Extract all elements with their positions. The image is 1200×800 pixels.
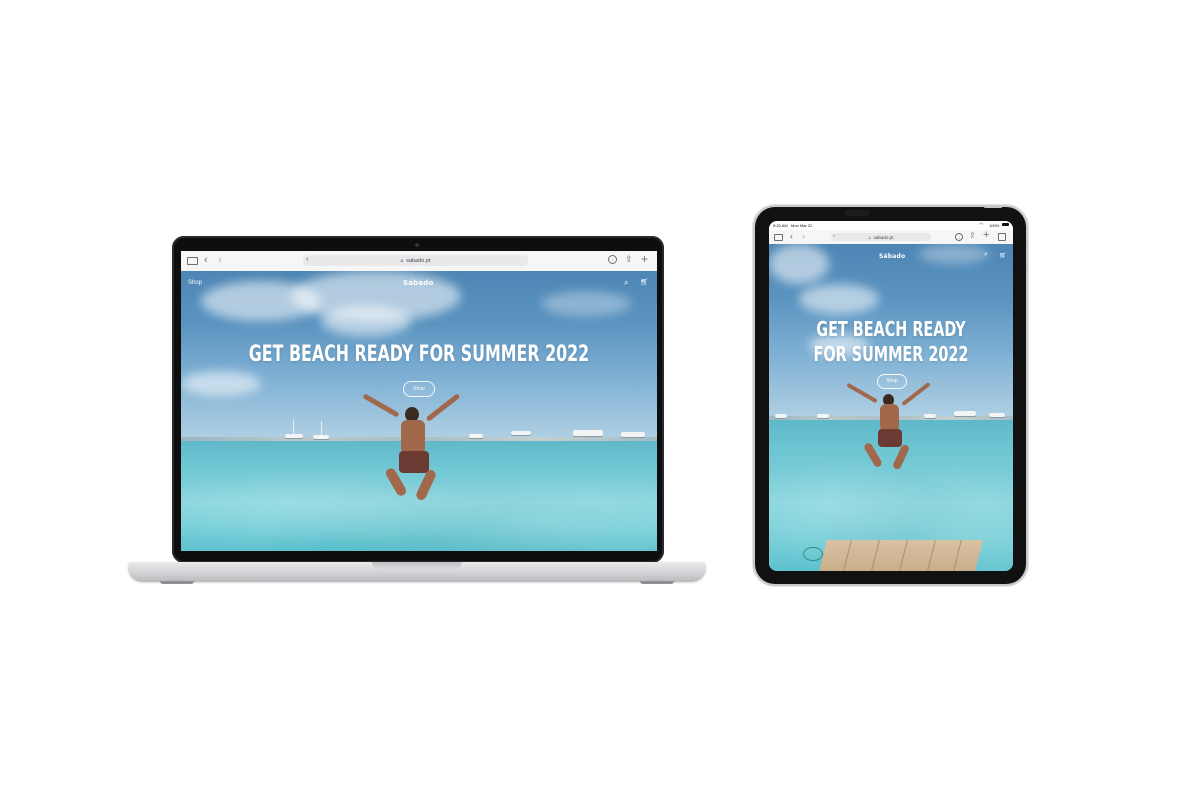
browser-toolbar: ‹ › ◐ 🔒︎ sabado.pt ↓ ⇪ + [769, 229, 1013, 245]
rope [803, 547, 823, 561]
download-icon[interactable]: ↓ [608, 255, 617, 264]
hero-shop-button[interactable]: Shop [877, 374, 907, 389]
jumper-figure [361, 393, 471, 515]
power-button [984, 206, 1002, 208]
site-logo[interactable]: Sábado [403, 279, 434, 287]
hero-title-line1: GET BEACH READY [816, 317, 966, 341]
wifi-icon: ◠ [979, 222, 984, 228]
status-time: 9:20 AM [773, 223, 788, 228]
jumper-figure [843, 381, 943, 494]
sidebar-icon[interactable] [774, 234, 783, 241]
search-icon[interactable]: ⌕ [624, 278, 628, 288]
volume-button [1026, 258, 1028, 274]
share-icon[interactable]: ⇪ [625, 254, 633, 265]
status-battery: 100% [989, 223, 1000, 228]
url-text: sabado.pt [873, 234, 894, 240]
wooden-pier [819, 540, 983, 571]
address-bar[interactable]: ◐ 🔒︎ sabado.pt [831, 233, 931, 241]
hero-shop-button[interactable]: Shop [403, 381, 435, 397]
new-tab-icon[interactable]: + [983, 229, 989, 241]
battery-icon [1002, 223, 1009, 226]
nav-shop-link[interactable]: Shop [188, 280, 202, 286]
hero-title: GET BEACH READY FOR SUMMER 2022 [248, 342, 590, 367]
status-bar: 9:20 AM Mon Mar 22 ◠ 100% [769, 221, 1013, 230]
cart-icon[interactable]: 🛒︎ [999, 252, 1007, 259]
download-icon[interactable]: ↓ [955, 233, 963, 241]
browser-toolbar: ‹ › ◐ 🔒︎ sabado.pt ↓ ⇪ + [181, 251, 657, 272]
back-icon[interactable]: ‹ [790, 231, 793, 241]
privacy-shield-icon[interactable]: ◐ [306, 256, 310, 263]
site-logo[interactable]: Sábado [879, 253, 905, 260]
camera-icon [415, 243, 419, 247]
back-icon[interactable]: ‹ [204, 254, 208, 266]
forward-icon[interactable]: › [218, 254, 222, 266]
macbook-foot [640, 581, 674, 584]
hero-image: Sábado ⌕ 🛒︎ GET BEACH READY FOR SUMMER 2… [769, 244, 1013, 571]
privacy-shield-icon[interactable]: ◐ [833, 233, 836, 239]
forward-icon[interactable]: › [802, 231, 805, 241]
share-icon[interactable]: ⇪ [969, 231, 976, 240]
macbook-screen: ‹ › ◐ 🔒︎ sabado.pt ↓ ⇪ + Shop Sábado ⌕ 🛒… [181, 251, 657, 551]
camera-icon [844, 210, 870, 216]
volume-button [1026, 238, 1028, 254]
lock-icon: 🔒︎ [868, 234, 871, 240]
url-text: sabado.pt [406, 257, 431, 264]
sidebar-icon[interactable] [187, 257, 198, 265]
hero-title-line2: FOR SUMMER 2022 [813, 342, 969, 366]
new-tab-icon[interactable]: + [641, 252, 648, 266]
lock-icon: 🔒︎ [400, 257, 404, 264]
macbook-foot [160, 581, 194, 584]
tabs-icon[interactable] [998, 233, 1006, 241]
ipad-screen: 9:20 AM Mon Mar 22 ◠ 100% ‹ › ◐ 🔒︎ sabad… [769, 221, 1013, 571]
status-date: Mon Mar 22 [791, 223, 813, 228]
macbook-thumb-notch [372, 562, 462, 569]
cart-icon[interactable]: 🛒︎ [640, 278, 649, 286]
search-icon[interactable]: ⌕ [984, 251, 988, 259]
address-bar[interactable]: ◐ 🔒︎ sabado.pt [303, 255, 528, 266]
hero-image: Shop Sábado ⌕ 🛒︎ GET BEACH READY FOR SUM… [181, 271, 657, 551]
